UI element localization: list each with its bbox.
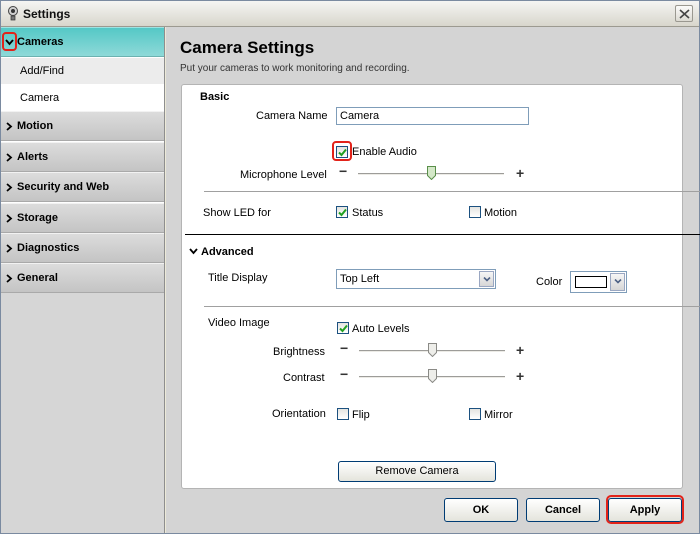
chevron-right-icon <box>6 214 13 223</box>
camera-app-icon <box>8 6 18 21</box>
contrast-label: Contrast <box>283 372 325 384</box>
auto-levels-checkbox[interactable] <box>337 322 349 334</box>
chevron-right-icon <box>6 183 13 192</box>
checkmark-icon <box>339 324 348 333</box>
led-motion-label: Motion <box>484 207 518 219</box>
mirror-label: Mirror <box>484 409 513 421</box>
minus-icon: − <box>339 163 348 179</box>
advanced-divider <box>185 234 700 235</box>
sidebar-item-add-find[interactable]: Add/Find <box>1 58 164 84</box>
sidebar-section-label: Alerts <box>17 151 49 163</box>
plus-icon: + <box>516 342 525 358</box>
basic-heading: Basic <box>200 91 230 103</box>
close-icon <box>679 9 690 19</box>
plus-icon: + <box>516 368 525 384</box>
sidebar-section-general[interactable]: General <box>1 263 164 293</box>
color-label: Color <box>536 276 563 288</box>
chevron-down-icon <box>614 279 622 284</box>
brightness-slider-thumb[interactable] <box>427 343 437 357</box>
chevron-right-icon <box>6 244 13 253</box>
title-display-select[interactable]: Top Left <box>336 269 496 289</box>
apply-button-highlight <box>606 495 684 524</box>
sidebar-section-label: Cameras <box>17 36 64 48</box>
title-display-divider <box>204 306 700 307</box>
camera-settings-panel: Basic Camera Name Enable Audio Microphon… <box>181 84 700 489</box>
flip-label: Flip <box>352 409 370 421</box>
chevron-down-icon[interactable] <box>189 248 198 255</box>
mirror-checkbox[interactable] <box>469 408 481 420</box>
window-title: Settings <box>23 7 71 21</box>
contrast-slider-thumb[interactable] <box>427 369 437 383</box>
advanced-heading[interactable]: Advanced <box>201 246 254 258</box>
enable-audio-label: Enable Audio <box>352 146 417 158</box>
page-subtitle: Put your cameras to work monitoring and … <box>180 63 410 74</box>
chevron-right-icon <box>6 274 13 283</box>
sidebar-section-motion[interactable]: Motion <box>1 111 164 141</box>
camera-name-label: Camera Name <box>256 110 328 122</box>
chevron-right-icon <box>6 153 13 162</box>
sidebar-empty-area <box>1 293 164 533</box>
auto-levels-label: Auto Levels <box>352 323 410 335</box>
sidebar-section-label: Storage <box>17 212 58 224</box>
settings-window: Settings Cameras Add/Find Camera Motion … <box>0 0 700 534</box>
orientation-label: Orientation <box>272 408 326 420</box>
sidebar-section-storage[interactable]: Storage <box>1 203 164 233</box>
dropdown-button[interactable] <box>610 273 625 291</box>
video-image-label: Video Image <box>208 317 270 329</box>
sidebar-section-label: General <box>17 272 58 284</box>
color-picker[interactable] <box>570 271 627 293</box>
sidebar-section-cameras[interactable]: Cameras <box>1 27 164 57</box>
camera-name-input[interactable] <box>336 107 529 125</box>
led-status-checkbox[interactable] <box>336 206 348 218</box>
plus-icon: + <box>516 165 525 181</box>
sidebar-section-label: Security and Web <box>17 181 110 193</box>
dropdown-button[interactable] <box>479 271 494 287</box>
led-motion-checkbox[interactable] <box>469 206 481 218</box>
sidebar: Cameras Add/Find Camera Motion Alerts Se… <box>1 27 165 533</box>
brightness-label: Brightness <box>273 346 325 358</box>
title-display-value: Top Left <box>340 273 380 285</box>
flip-checkbox[interactable] <box>337 408 349 420</box>
color-swatch <box>575 276 607 288</box>
chevron-down-icon <box>483 277 491 282</box>
minus-icon: − <box>340 366 349 382</box>
sidebar-section-label: Diagnostics <box>17 242 80 254</box>
sidebar-section-label: Motion <box>17 120 54 132</box>
sidebar-section-security-and-web[interactable]: Security and Web <box>1 172 164 202</box>
page-title: Camera Settings <box>180 38 315 57</box>
sidebar-item-label: Camera <box>20 92 60 104</box>
basic-divider <box>204 191 700 192</box>
show-led-label: Show LED for <box>203 207 271 219</box>
checkmark-icon <box>338 208 347 217</box>
title-display-label: Title Display <box>208 272 268 284</box>
ok-button[interactable]: OK <box>444 498 518 522</box>
remove-camera-button[interactable]: Remove Camera <box>338 461 496 482</box>
sidebar-section-alerts[interactable]: Alerts <box>1 142 164 172</box>
cancel-button[interactable]: Cancel <box>526 498 600 522</box>
enable-audio-highlight <box>332 141 352 161</box>
chevron-right-icon <box>6 122 13 131</box>
microphone-level-label: Microphone Level <box>240 169 327 181</box>
sidebar-item-label: Add/Find <box>20 65 65 77</box>
sidebar-item-camera[interactable]: Camera <box>1 85 164 111</box>
minus-icon: − <box>340 340 349 356</box>
main-content: Camera Settings Put your cameras to work… <box>166 27 700 533</box>
led-status-label: Status <box>352 207 384 219</box>
close-button[interactable] <box>675 5 693 22</box>
sidebar-section-diagnostics[interactable]: Diagnostics <box>1 233 164 263</box>
microphone-slider-thumb[interactable] <box>426 166 436 180</box>
cameras-expander-highlight <box>2 32 17 51</box>
title-bar: Settings <box>1 1 699 27</box>
